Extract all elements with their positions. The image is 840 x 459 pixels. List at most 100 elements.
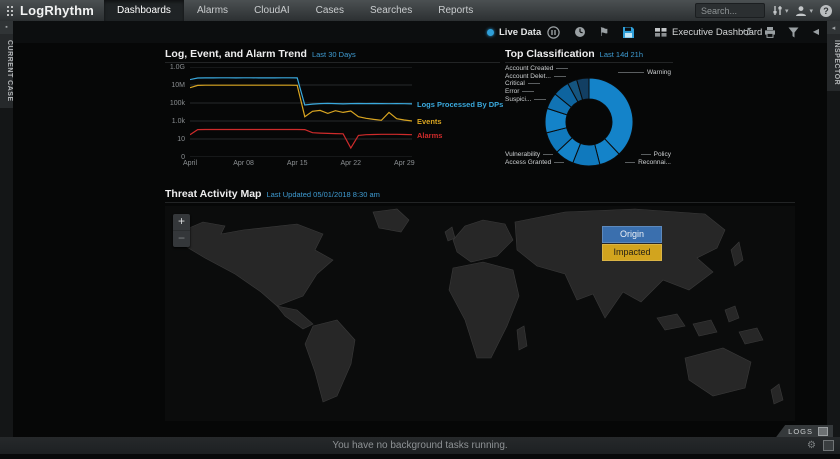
donut-label: Policy [625, 151, 671, 159]
widget-title: Log, Event, and Alarm Trend [165, 48, 307, 60]
donut-label: Account Created [505, 65, 568, 73]
printer-icon [764, 27, 776, 38]
status-bar-icons: ⚙ [807, 437, 834, 454]
y-tick-label: 10M [171, 82, 185, 89]
trend-widget-header: Log, Event, and Alarm Trend Last 30 Days [165, 48, 500, 63]
y-tick-label: 1.0G [170, 64, 185, 71]
live-data-label: Live Data [499, 27, 541, 38]
x-axis-labels: AprilApr 08Apr 15Apr 22Apr 29 [190, 160, 412, 170]
user-menu[interactable]: ▾ [795, 5, 813, 17]
map-widget-header: Threat Activity Map Last Updated 05/01/2… [165, 188, 795, 203]
trend-legend: Logs Processed By DPsEventsAlarms [417, 67, 500, 157]
y-tick-label: 100k [170, 100, 185, 107]
logrhythm-logo[interactable]: LogRhythm [0, 3, 104, 18]
map-legend-button[interactable]: Origin [602, 226, 662, 243]
world-map[interactable] [165, 206, 785, 421]
logo-text: LogRhythm [20, 3, 94, 18]
donut-label: Critical [505, 80, 568, 88]
topnav-right-cluster: ▾ ▾ ? [695, 3, 840, 18]
search-options-control[interactable]: ▾ [772, 5, 789, 16]
map-zoom-control: + − [173, 214, 190, 247]
donut-label: Vulnerability [505, 151, 564, 159]
widget-subtitle: Last Updated 05/01/2018 8:30 am [266, 190, 379, 199]
flag-button[interactable]: ⚑ [597, 25, 611, 39]
pause-icon [547, 26, 560, 39]
donut-labels-bottom-right: PolicyReconnai... [625, 151, 671, 166]
main-nav-tabs: DashboardsAlarmsCloudAICasesSearchesRepo… [104, 0, 486, 21]
bottom-strip [0, 454, 840, 459]
toolbar-right-group: ↺ ◀ [740, 21, 823, 43]
panel-icon: ◂ [832, 24, 836, 32]
map-legend: OriginImpacted [602, 226, 662, 262]
x-tick-label: April [183, 160, 197, 167]
open-current-case-button[interactable]: ▪ [0, 21, 13, 34]
donut-label: Account Delet... [505, 73, 568, 81]
logs-tab[interactable]: LOGS [776, 425, 833, 437]
dashboard-toolbar: Live Data ⚑ [13, 21, 827, 43]
y-tick-label: 1.0k [172, 118, 185, 125]
current-case-tab[interactable]: CURRENT CASE [0, 34, 13, 108]
trend-lines-plot[interactable] [190, 67, 412, 157]
y-axis-labels: 1.0G10M100k1.0k100 [165, 67, 187, 157]
donut-label: Suspici... [505, 95, 568, 103]
inspector-strip: ◂ INSPECTOR [827, 21, 840, 437]
current-case-strip: ▪ CURRENT CASE [0, 21, 13, 437]
save-icon [622, 26, 635, 39]
inspector-tab[interactable]: INSPECTOR [827, 34, 840, 91]
trend-widget: Log, Event, and Alarm Trend Last 30 Days… [165, 48, 500, 180]
background-tasks-message: You have no background tasks running. [0, 440, 840, 451]
donut-labels-top-right: Warning [618, 69, 671, 77]
sliders-icon [772, 5, 783, 16]
map-legend-button[interactable]: Impacted [602, 244, 662, 261]
help-icon[interactable]: ? [820, 5, 832, 17]
top-nav-bar: LogRhythm DashboardsAlarmsCloudAICasesSe… [0, 0, 840, 21]
time-range-button[interactable] [573, 25, 587, 39]
threat-map[interactable]: + − OriginImpacted [165, 206, 795, 421]
filter-button[interactable] [786, 25, 800, 39]
toolbar-middle-group: ⚑ [573, 21, 635, 43]
chevron-left-icon: ◀ [813, 25, 819, 39]
nav-tab[interactable]: CloudAI [241, 0, 303, 21]
y-tick-label: 10 [177, 136, 185, 143]
zoom-in-button[interactable]: + [173, 214, 190, 230]
reset-button[interactable]: ↺ [740, 25, 754, 39]
filter-funnel-icon [788, 27, 799, 38]
user-icon [795, 5, 807, 17]
search-input[interactable] [695, 3, 765, 18]
donut-label: Reconnai... [625, 159, 671, 167]
trend-chart[interactable]: 1.0G10M100k1.0k100 AprilApr 08Apr 15Apr … [165, 67, 500, 175]
panel-icon: ▪ [5, 24, 7, 31]
expand-inspector-button[interactable]: ◀ [809, 25, 823, 39]
widget-subtitle: Last 14d 21h [600, 50, 643, 59]
print-button[interactable] [763, 25, 777, 39]
pause-button[interactable] [546, 25, 560, 39]
nav-tab[interactable]: Dashboards [104, 0, 184, 21]
zoom-out-button[interactable]: − [173, 230, 190, 247]
live-data-indicator [487, 29, 494, 36]
logo-mark-icon [7, 6, 16, 15]
series-legend-label: Alarms [417, 131, 442, 140]
caret-down-icon: ▾ [785, 7, 789, 15]
donut-labels-top-left: Account CreatedAccount Delet...CriticalE… [505, 65, 568, 103]
gear-icon[interactable]: ⚙ [807, 440, 816, 451]
logs-tab-label: LOGS [788, 427, 813, 436]
caret-down-icon: ▾ [809, 7, 813, 15]
widget-title: Top Classification [505, 48, 595, 60]
panel-toggle-icon[interactable] [823, 440, 834, 451]
nav-tab[interactable]: Reports [425, 0, 486, 21]
x-tick-label: Apr 22 [340, 160, 361, 167]
classification-widget: Top Classification Last 14d 21h Account … [505, 48, 673, 180]
nav-tab[interactable]: Cases [303, 0, 357, 21]
nav-tab[interactable]: Searches [357, 0, 425, 21]
undo-icon: ↺ [742, 25, 752, 39]
logs-panel-icon [818, 427, 828, 436]
threat-map-widget: Threat Activity Map Last Updated 05/01/2… [165, 188, 795, 421]
open-inspector-button[interactable]: ◂ [827, 21, 840, 34]
x-tick-label: Apr 08 [233, 160, 254, 167]
nav-tab[interactable]: Alarms [184, 0, 241, 21]
donut-label: Access Granted [505, 159, 564, 167]
save-dashboard-button[interactable] [621, 25, 635, 39]
widget-title: Threat Activity Map [165, 188, 261, 200]
dashboard-grid-icon [655, 28, 667, 37]
flag-icon: ⚑ [599, 25, 610, 39]
